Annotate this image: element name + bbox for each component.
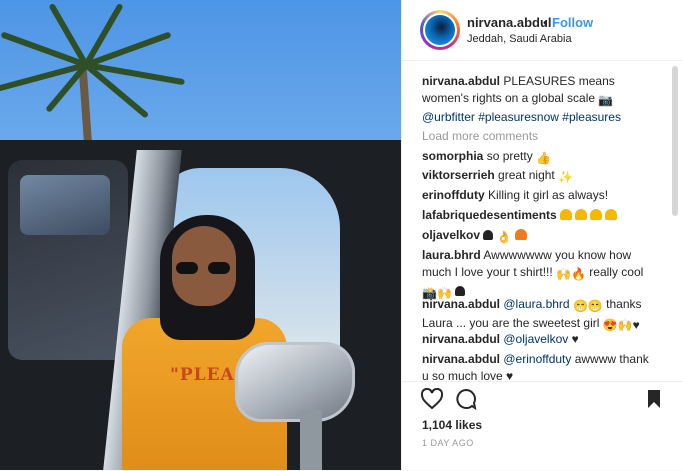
comment: nirvana.abdul @erinoffduty awwww thank u… <box>422 351 650 381</box>
story-ring[interactable] <box>420 10 460 50</box>
comment: somorphia so pretty 👍 <box>422 148 650 167</box>
comment-username[interactable]: nirvana.abdul <box>422 297 500 311</box>
likes-count[interactable]: 1,104 likes <box>422 418 482 432</box>
caption-hashtags[interactable]: #pleasuresnow #pleasures <box>478 110 621 124</box>
comment-username[interactable]: somorphia <box>422 149 483 163</box>
follow-button[interactable]: Follow <box>552 15 593 30</box>
comment-mention[interactable]: @laura.bhrd <box>503 297 569 311</box>
avatar[interactable] <box>423 13 457 47</box>
post-time[interactable]: 1 DAY AGO <box>422 438 474 448</box>
sparkles-emoji-icon: ✨ <box>558 170 574 184</box>
comment-username[interactable]: viktorserrieh <box>422 168 495 182</box>
window-reflection <box>20 175 110 235</box>
header-username[interactable]: nirvana.abdul <box>467 15 552 30</box>
post-header: nirvana.abdul • Follow Jeddah, Saudi Ara… <box>402 0 683 61</box>
comment: nirvana.abdul @oljavelkov ♥ <box>422 331 650 348</box>
comment: erinoffduty Killing it girl as always! <box>422 187 650 204</box>
comment-username[interactable]: erinoffduty <box>422 188 485 202</box>
caption-username[interactable]: nirvana.abdul <box>422 74 500 88</box>
comment-text: really cool <box>589 265 644 279</box>
comment: nirvana.abdul @laura.bhrd 😁😁 thanks Laur… <box>422 296 650 334</box>
black-heart-emoji-icon <box>455 286 466 296</box>
comment-username[interactable]: nirvana.abdul <box>422 352 500 366</box>
heart-icon[interactable] <box>420 388 444 410</box>
orange-heart-emoji-icon <box>515 229 528 240</box>
post-actions: 1,104 likes 1 DAY AGO <box>402 381 683 471</box>
caption: nirvana.abdul PLEASURES means women's ri… <box>422 73 650 126</box>
hand-emoji-icon: 👌 <box>496 230 512 244</box>
comment-text: Killing it girl as always! <box>488 188 609 202</box>
comment: lafabriquedesentiments <box>422 207 650 224</box>
post: "PLEASUR nirvana.abdul • Follow Jeddah, … <box>0 0 683 470</box>
smile-emoji-icon: 😁😁 <box>572 299 603 313</box>
location-link[interactable]: Jeddah, Saudi Arabia <box>467 33 572 45</box>
comment-username[interactable]: lafabriquedesentiments <box>422 208 557 222</box>
load-more-comments[interactable]: Load more comments <box>422 129 538 143</box>
black-heart-emoji-icon <box>483 230 494 240</box>
yellow-heart-emoji-icon <box>560 208 620 222</box>
comment: oljavelkov 👌 <box>422 227 650 246</box>
comment: laura.bhrd Awwwwwww you know how much I … <box>422 247 650 302</box>
thumbs-up-emoji-icon: 👍 <box>536 151 552 165</box>
comment-text: great night <box>498 168 555 182</box>
separator-dot: • <box>543 15 548 30</box>
comment-text: ♥ <box>571 332 579 346</box>
post-sidebar: nirvana.abdul • Follow Jeddah, Saudi Ara… <box>401 0 683 470</box>
comment-icon[interactable] <box>455 388 477 410</box>
comment: viktorserrieh great night ✨ <box>422 167 650 186</box>
side-mirror <box>235 342 355 422</box>
mirror-arm <box>300 410 322 470</box>
comment-text: so pretty <box>486 149 533 163</box>
comments-list[interactable]: nirvana.abdul PLEASURES means women's ri… <box>402 61 672 381</box>
comment-mention[interactable]: @oljavelkov <box>503 332 568 346</box>
bookmark-icon[interactable] <box>646 389 662 409</box>
comment-username[interactable]: nirvana.abdul <box>422 332 500 346</box>
sunglasses <box>176 262 232 274</box>
comment-username[interactable]: laura.bhrd <box>422 248 481 262</box>
comment-username[interactable]: oljavelkov <box>422 228 480 242</box>
comment-mention[interactable]: @erinoffduty <box>503 352 571 366</box>
faces-emoji-icon: 🙌🔥 <box>556 267 586 281</box>
camera-emoji-icon: 📷 <box>598 93 614 107</box>
post-photo[interactable]: "PLEASUR <box>0 0 401 470</box>
caption-mention[interactable]: @urbfitter <box>422 110 475 124</box>
scrollbar[interactable] <box>672 66 678 216</box>
